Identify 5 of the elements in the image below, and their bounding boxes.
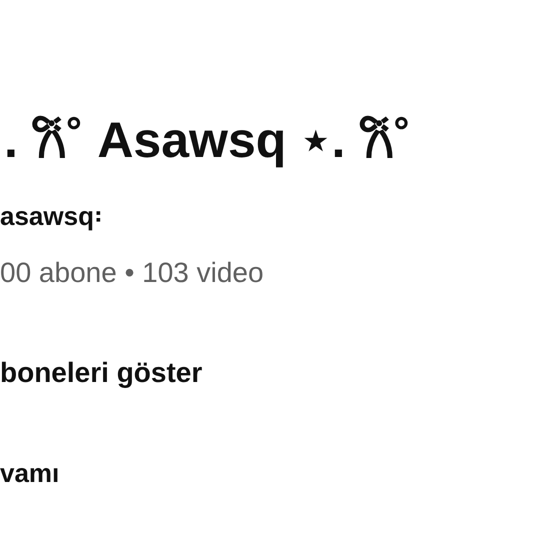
show-subscribers-link[interactable]: boneleri göster	[0, 356, 560, 390]
more-link[interactable]: vamı	[0, 456, 560, 490]
channel-stats: 00 abone • 103 video	[0, 256, 265, 290]
channel-handle: asawsq꞉	[0, 200, 104, 232]
channel-name: . 𐙚˚ Asawsq ⋆. 𐙚˚	[3, 111, 412, 170]
